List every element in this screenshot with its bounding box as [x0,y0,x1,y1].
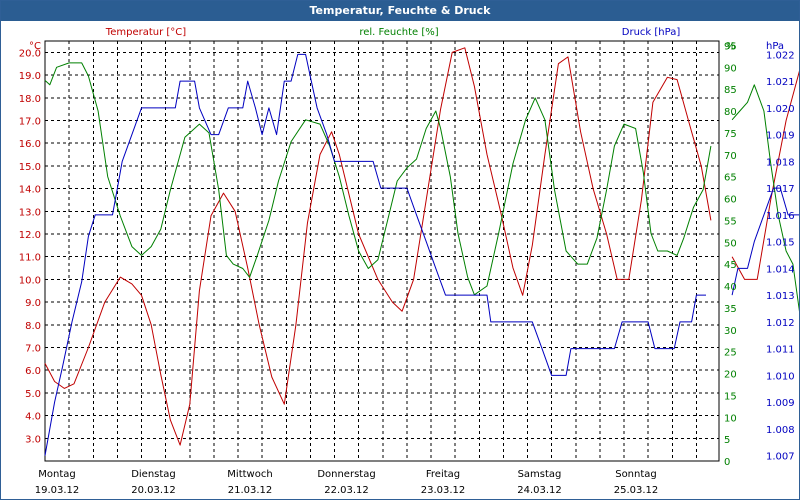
humidity-axis-title: rel. Feuchte [%] [359,27,438,38]
pressure-tick-label: 1.022 [766,50,795,61]
humidity-tick-label: 50 [724,238,737,249]
series-line-temperature [44,47,712,446]
humidity-tick-label: 20 [724,370,737,381]
x-tick-date-label: 23.03.12 [421,485,466,496]
pressure-tick-label: 1.009 [766,398,795,409]
humidity-tick-label: 15 [724,391,737,402]
series-line-pressure [44,53,706,456]
humidity-tick-label: 0 [724,457,730,468]
temperature-tick-label: 8.0 [25,321,41,332]
temperature-tick-label: 18.0 [19,94,41,105]
x-tick-date-label: 24.03.12 [517,485,562,496]
temperature-tick-label: 15.0 [19,162,41,173]
humidity-tick-label: 30 [724,326,737,337]
humidity-tick-label: 75 [724,129,737,140]
humidity-tick-label: 70 [724,151,737,162]
series-line-humidity [731,84,799,312]
humidity-tick-label: 90 [724,63,737,74]
pressure-tick-label: 1.010 [766,371,795,382]
chart-window: Temperatur, Feuchte & Druck 3.0 4.0 5.0 6.0… [0,0,800,500]
temperature-tick-label: 6.0 [25,366,41,377]
x-tick-day-label: Sonntag [615,469,657,480]
humidity-tick-label: 55 [724,216,737,227]
x-tick-date-label: 22.03.12 [324,485,369,496]
chart: 3.0 4.0 5.0 6.0 7.0 8.0 9.0 10.0 11.0 12.0 13.0 14.… [19,27,799,496]
humidity-tick-label: 45 [724,260,737,271]
temperature-tick-label: 17.0 [19,116,41,127]
pressure-tick-label: 1.011 [766,345,795,356]
pressure-tick-label: 1.008 [766,425,795,436]
x-tick-date-label: 19.03.12 [35,485,80,496]
humidity-tick-label: 85 [724,85,737,96]
temperature-tick-label: 9.0 [25,298,41,309]
temperature-unit-label: °C [29,41,41,52]
x-tick-day-label: Dienstag [131,469,176,480]
temperature-tick-label: 19.0 [19,71,41,82]
temperature-tick-label: 4.0 [25,412,41,423]
humidity-tick-label: 65 [724,173,737,184]
humidity-tick-label: 35 [724,304,737,315]
temperature-tick-label: 10.0 [19,275,41,286]
pressure-tick-label: 1.017 [766,184,795,195]
pressure-tick-label: 1.020 [766,104,795,115]
temperature-tick-label: 3.0 [25,434,41,445]
humidity-tick-label: 25 [724,348,737,359]
pressure-tick-label: 1.018 [766,157,795,168]
x-tick-day-label: Donnerstag [317,469,375,480]
pressure-axis-title: Druck [hPa] [622,27,681,38]
pressure-tick-label: 1.015 [766,238,795,249]
temperature-tick-label: 16.0 [19,139,41,150]
temperature-tick-label: 7.0 [25,343,41,354]
temperature-tick-label: 12.0 [19,230,41,241]
pressure-unit-label: hPa [766,41,784,52]
x-tick-day-label: Freitag [426,469,460,480]
pressure-tick-label: 1.007 [766,452,795,463]
humidity-tick-label: 5 [724,435,730,446]
temperature-tick-label: 5.0 [25,389,41,400]
temperature-axis-title: Temperatur [°C] [105,27,186,38]
pressure-tick-label: 1.019 [766,131,795,142]
humidity-tick-label: 60 [724,195,737,206]
pressure-tick-label: 1.014 [766,264,795,275]
pressure-tick-label: 1.013 [766,291,795,302]
temperature-tick-label: 13.0 [19,207,41,218]
humidity-tick-label: 80 [724,107,737,118]
pressure-tick-label: 1.021 [766,77,795,88]
x-tick-day-label: Montag [38,469,75,480]
x-tick-day-label: Mittwoch [227,469,272,480]
x-tick-date-label: 25.03.12 [614,485,659,496]
x-tick-date-label: 20.03.12 [131,485,176,496]
temperature-tick-label: 11.0 [19,253,41,264]
pressure-tick-label: 1.012 [766,318,795,329]
humidity-tick-label: 10 [724,413,737,424]
pressure-tick-label: 1.016 [766,211,795,222]
temperature-tick-label: 14.0 [19,185,41,196]
humidity-unit-label: % [726,41,736,52]
x-tick-day-label: Samstag [518,469,562,480]
x-tick-date-label: 21.03.12 [228,485,273,496]
humidity-tick-label: 40 [724,282,737,293]
